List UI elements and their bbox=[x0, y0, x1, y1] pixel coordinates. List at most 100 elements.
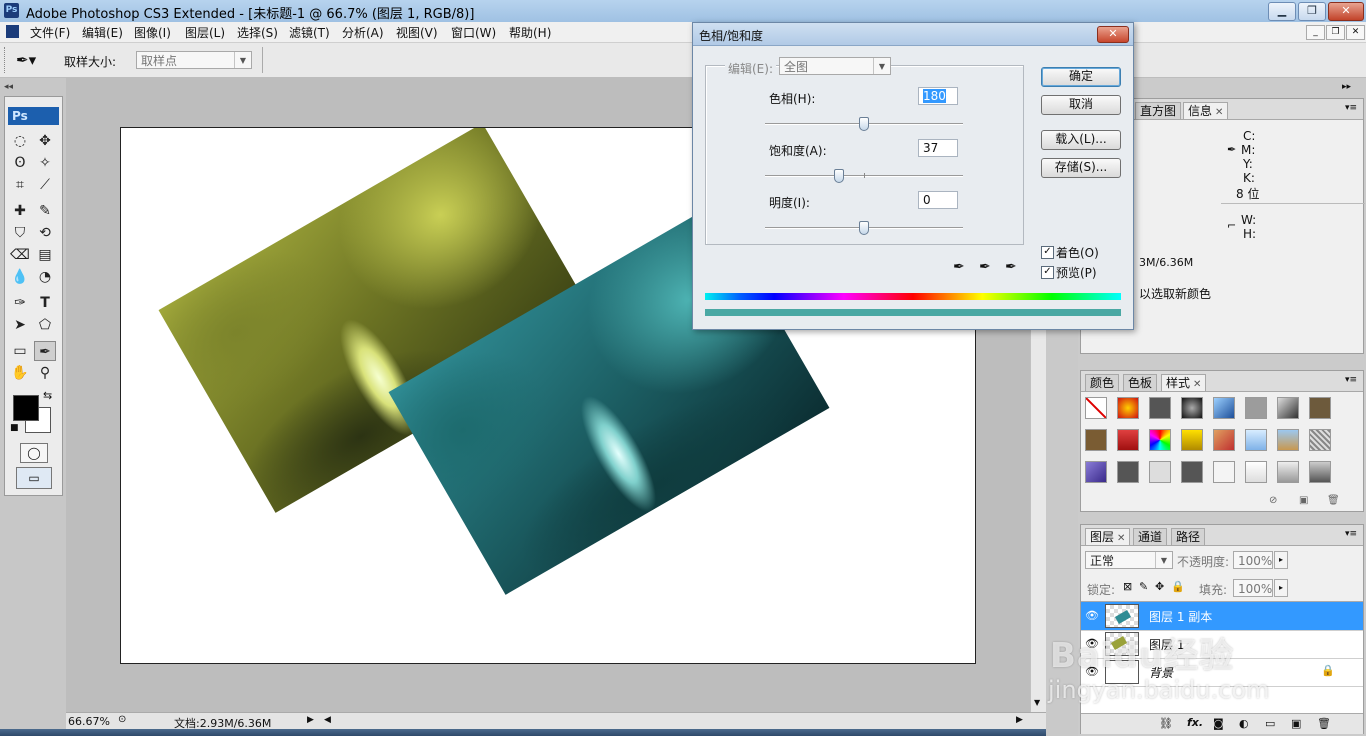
style-swatch[interactable] bbox=[1309, 461, 1331, 483]
style-swatch[interactable] bbox=[1245, 461, 1267, 483]
crop-tool-icon[interactable]: ⌗ bbox=[9, 175, 31, 195]
menu-filter[interactable]: 滤镜(T) bbox=[287, 24, 332, 41]
layer-name[interactable]: 图层 1 副本 bbox=[1149, 608, 1212, 625]
lock-all-icon[interactable]: 🔒 bbox=[1171, 580, 1185, 593]
close-icon[interactable]: ✕ bbox=[1193, 379, 1201, 390]
style-swatch[interactable] bbox=[1213, 429, 1235, 451]
tab-swatches[interactable]: 色板 bbox=[1123, 374, 1158, 391]
style-swatch[interactable] bbox=[1181, 397, 1203, 419]
doc-icon[interactable] bbox=[6, 25, 19, 38]
scroll-down-icon[interactable]: ▼ bbox=[1034, 698, 1040, 707]
hue-input[interactable]: 180 bbox=[918, 87, 958, 105]
style-swatch[interactable] bbox=[1181, 461, 1203, 483]
tab-info[interactable]: 信息 ✕ bbox=[1183, 102, 1229, 119]
shape-tool-icon[interactable]: ⬠ bbox=[34, 315, 56, 335]
style-swatch[interactable] bbox=[1245, 429, 1267, 451]
menu-layer[interactable]: 图层(L) bbox=[183, 24, 227, 41]
path-selection-tool-icon[interactable]: ➤ bbox=[9, 315, 31, 335]
saturation-input[interactable]: 37 bbox=[918, 139, 958, 157]
colorize-checkbox[interactable]: ✓ bbox=[1041, 246, 1054, 259]
move-tool-icon[interactable]: ✥ bbox=[34, 131, 56, 151]
marquee-tool-icon[interactable]: ◌ bbox=[9, 131, 31, 151]
eyedropper-plus-icon[interactable]: ✒ bbox=[979, 259, 991, 275]
lasso-tool-icon[interactable]: ʘ bbox=[9, 153, 31, 173]
layer-style-icon[interactable]: fx. bbox=[1187, 716, 1203, 729]
clear-style-icon[interactable]: ⊘ bbox=[1269, 495, 1277, 506]
panel-menu-icon[interactable]: ▾≡ bbox=[1345, 375, 1357, 385]
doc-close-button[interactable]: ✕ bbox=[1346, 25, 1365, 40]
style-swatch[interactable] bbox=[1149, 461, 1171, 483]
eraser-tool-icon[interactable]: ⌫ bbox=[9, 245, 31, 265]
style-swatch[interactable] bbox=[1085, 461, 1107, 483]
doc-minimize-button[interactable]: _ bbox=[1306, 25, 1325, 40]
hand-tool-icon[interactable]: ✋ bbox=[9, 363, 31, 383]
screen-mode-icon[interactable]: ▭ bbox=[16, 467, 52, 489]
history-brush-tool-icon[interactable]: ⟲ bbox=[34, 223, 56, 243]
tab-styles[interactable]: 样式 ✕ bbox=[1161, 374, 1207, 391]
add-mask-icon[interactable]: ◙ bbox=[1213, 717, 1224, 730]
style-swatch[interactable] bbox=[1309, 397, 1331, 419]
eyedropper-minus-icon[interactable]: ✒ bbox=[1005, 259, 1017, 275]
cancel-button[interactable]: 取消 bbox=[1041, 95, 1121, 115]
panel-menu-icon[interactable]: ▾≡ bbox=[1345, 529, 1357, 539]
close-button[interactable]: ✕ bbox=[1328, 2, 1364, 21]
foreground-color-swatch[interactable] bbox=[13, 395, 39, 421]
opacity-slider-icon[interactable]: ▸ bbox=[1274, 551, 1288, 569]
zoom-tool-icon[interactable]: ⚲ bbox=[34, 363, 56, 383]
style-swatch[interactable] bbox=[1149, 397, 1171, 419]
tab-layers[interactable]: 图层 ✕ bbox=[1085, 528, 1131, 545]
style-swatch[interactable] bbox=[1277, 429, 1299, 451]
lightness-slider-thumb[interactable] bbox=[859, 221, 869, 235]
style-swatch[interactable] bbox=[1245, 397, 1267, 419]
sample-size-select[interactable]: 取样点 ▼ bbox=[136, 51, 252, 69]
style-swatch[interactable] bbox=[1117, 397, 1139, 419]
style-swatch[interactable] bbox=[1213, 461, 1235, 483]
tab-channels[interactable]: 通道 bbox=[1133, 528, 1168, 545]
clone-stamp-tool-icon[interactable]: ⛉ bbox=[9, 223, 31, 243]
fill-field[interactable]: 100% bbox=[1233, 579, 1273, 597]
lock-image-icon[interactable]: ✎ bbox=[1139, 580, 1148, 593]
delete-layer-icon[interactable]: 🗑 bbox=[1317, 717, 1331, 730]
type-tool-icon[interactable]: T bbox=[34, 293, 56, 313]
menu-select[interactable]: 选择(S) bbox=[235, 24, 280, 41]
visibility-eye-icon[interactable]: 👁 bbox=[1085, 609, 1099, 622]
magic-wand-tool-icon[interactable]: ✧ bbox=[34, 153, 56, 173]
ok-button[interactable]: 确定 bbox=[1041, 67, 1121, 87]
menu-window[interactable]: 窗口(W) bbox=[449, 24, 498, 41]
link-layers-icon[interactable]: ⛓ bbox=[1159, 717, 1173, 730]
menu-edit[interactable]: 编辑(E) bbox=[80, 24, 125, 41]
edit-select[interactable]: 全图 ▼ bbox=[779, 57, 891, 75]
dialog-title-bar[interactable]: 色相/饱和度 ✕ bbox=[693, 23, 1133, 46]
minimize-button[interactable]: ▁ bbox=[1268, 2, 1296, 21]
menu-image[interactable]: 图像(I) bbox=[132, 24, 173, 41]
new-style-icon[interactable]: ▣ bbox=[1299, 495, 1308, 506]
opacity-field[interactable]: 100% bbox=[1233, 551, 1273, 569]
style-swatch[interactable] bbox=[1149, 429, 1171, 451]
preview-label[interactable]: 预览(P) bbox=[1056, 264, 1097, 281]
preview-checkbox[interactable]: ✓ bbox=[1041, 266, 1054, 279]
style-none-swatch[interactable] bbox=[1085, 397, 1107, 419]
healing-brush-tool-icon[interactable]: ✚ bbox=[9, 201, 31, 221]
slice-tool-icon[interactable]: ⟋ bbox=[34, 175, 56, 195]
style-swatch[interactable] bbox=[1181, 429, 1203, 451]
scroll-right-icon[interactable]: ▶ bbox=[1016, 715, 1023, 725]
fill-slider-icon[interactable]: ▸ bbox=[1274, 579, 1288, 597]
style-swatch[interactable] bbox=[1085, 429, 1107, 451]
new-layer-icon[interactable]: ▣ bbox=[1291, 717, 1301, 730]
dialog-close-button[interactable]: ✕ bbox=[1097, 26, 1129, 43]
delete-style-icon[interactable]: 🗑 bbox=[1327, 495, 1340, 506]
default-colors-icon[interactable]: ■ bbox=[10, 423, 19, 433]
gradient-tool-icon[interactable]: ▤ bbox=[34, 245, 56, 265]
style-swatch[interactable] bbox=[1213, 397, 1235, 419]
pen-tool-icon[interactable]: ✑ bbox=[9, 293, 31, 313]
tab-color[interactable]: 颜色 bbox=[1085, 374, 1120, 391]
lightness-input[interactable]: 0 bbox=[918, 191, 958, 209]
style-swatch[interactable] bbox=[1277, 397, 1299, 419]
saturation-slider-thumb[interactable] bbox=[834, 169, 844, 183]
panel-menu-icon[interactable]: ▾≡ bbox=[1345, 103, 1357, 113]
status-options-icon[interactable]: ⊙ bbox=[118, 714, 126, 725]
colorize-label[interactable]: 着色(O) bbox=[1056, 244, 1099, 261]
collapse-icon[interactable]: ◂◂ bbox=[4, 82, 13, 92]
restore-button[interactable]: ❐ bbox=[1298, 2, 1326, 21]
menu-view[interactable]: 视图(V) bbox=[394, 24, 440, 41]
